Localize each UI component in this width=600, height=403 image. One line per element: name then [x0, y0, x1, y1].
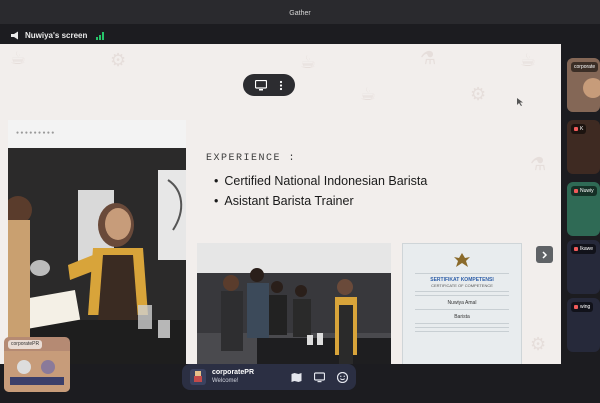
- bar-icon-group: [291, 371, 348, 383]
- signal-strength-icon: [96, 31, 105, 40]
- training-photo: [197, 243, 391, 364]
- user-control-bar: corporatePR Welcome!: [182, 364, 356, 390]
- participant-tile[interactable]: Nuwiy: [567, 182, 600, 236]
- background-pattern-icon: ☕: [300, 52, 317, 73]
- participant-name-tag: Nuwiy: [571, 186, 597, 196]
- barista-photo: ● ● ● ● ● ● ● ● ●: [8, 120, 186, 364]
- background-pattern-icon: ☕: [360, 84, 377, 105]
- participant-tile[interactable]: wing: [567, 298, 600, 352]
- screen-share-bar: Nuwiya's screen: [0, 24, 600, 46]
- user-info[interactable]: corporatePR Welcome!: [212, 369, 254, 385]
- experience-item: Certified National Indonesian Barista: [214, 174, 427, 188]
- participant-tile[interactable]: K: [567, 120, 600, 174]
- background-pattern-icon: ⚙: [110, 50, 127, 71]
- muted-icon: [574, 247, 578, 251]
- screen-share-icon[interactable]: [314, 371, 325, 383]
- self-video-tile[interactable]: corporatePR: [4, 337, 70, 392]
- window-title-bar: Gather: [0, 0, 600, 24]
- emoji-icon[interactable]: [337, 371, 348, 383]
- participant-name-tag: K: [571, 124, 587, 134]
- experience-item: Asistant Barista Trainer: [214, 194, 427, 208]
- training-photo-graphic: [197, 243, 391, 364]
- screen-share-controls: [243, 74, 295, 96]
- monitor-icon[interactable]: [255, 79, 267, 91]
- user-avatar[interactable]: [190, 369, 206, 385]
- certificate-subtitle: CERTIFICATE OF COMPETENCE: [431, 283, 493, 288]
- mouse-cursor-icon: [517, 98, 523, 106]
- background-pattern-icon: ⚙: [530, 334, 547, 355]
- muted-icon: [574, 305, 578, 309]
- screen-share-label[interactable]: Nuwiya's screen: [10, 31, 105, 40]
- shared-screen-stage: ☕ ⚙ ☕ ⚗ ☕ ⚙ ☕ ⚗ ☕ ⚙ ● ● ● ● ● ● ● ● ●: [0, 44, 561, 364]
- participant-tile[interactable]: corporate: [567, 58, 600, 112]
- garuda-emblem-icon: [411, 252, 513, 270]
- certificate-image: SERTIFIKAT KOMPETENSI CERTIFICATE OF COM…: [402, 243, 522, 364]
- next-slide-button[interactable]: [536, 246, 553, 263]
- barista-photo-graphic: ● ● ● ● ● ● ● ● ●: [8, 120, 186, 364]
- map-icon[interactable]: [291, 372, 302, 383]
- svg-text:● ● ● ● ● ● ● ● ●: ● ● ● ● ● ● ● ● ●: [16, 130, 54, 136]
- participant-name-tag: Ikawe: [571, 244, 597, 254]
- background-pattern-icon: ☕: [520, 50, 537, 71]
- chevron-right-icon: [542, 250, 548, 259]
- background-pattern-icon: ☕: [10, 48, 27, 69]
- background-pattern-icon: ⚗: [420, 48, 437, 69]
- muted-icon: [574, 189, 578, 193]
- muted-icon: [574, 127, 578, 131]
- more-options-icon[interactable]: [279, 80, 283, 91]
- experience-heading: EXPERIENCE :: [206, 153, 297, 164]
- certificate-holder-name: Nuwiya Amal: [447, 300, 477, 306]
- window-title: Gather: [289, 10, 311, 17]
- experience-list: Certified National Indonesian Barista As…: [214, 174, 427, 214]
- background-pattern-icon: ⚙: [470, 84, 487, 105]
- participant-name-tag: wing: [571, 302, 594, 312]
- megaphone-icon: [11, 31, 18, 40]
- user-status: Welcome!: [212, 378, 239, 384]
- certificate-role: Barista: [454, 314, 470, 320]
- user-name: corporatePR: [212, 369, 255, 376]
- self-name-tag: corporatePR: [8, 340, 43, 349]
- avatar-icon: [194, 371, 202, 382]
- participant-tile[interactable]: Ikawe: [567, 240, 600, 294]
- screen-owner-name: Nuwiya's screen: [25, 31, 88, 40]
- background-pattern-icon: ⚗: [530, 154, 547, 175]
- participant-name-tag: corporate: [571, 62, 599, 72]
